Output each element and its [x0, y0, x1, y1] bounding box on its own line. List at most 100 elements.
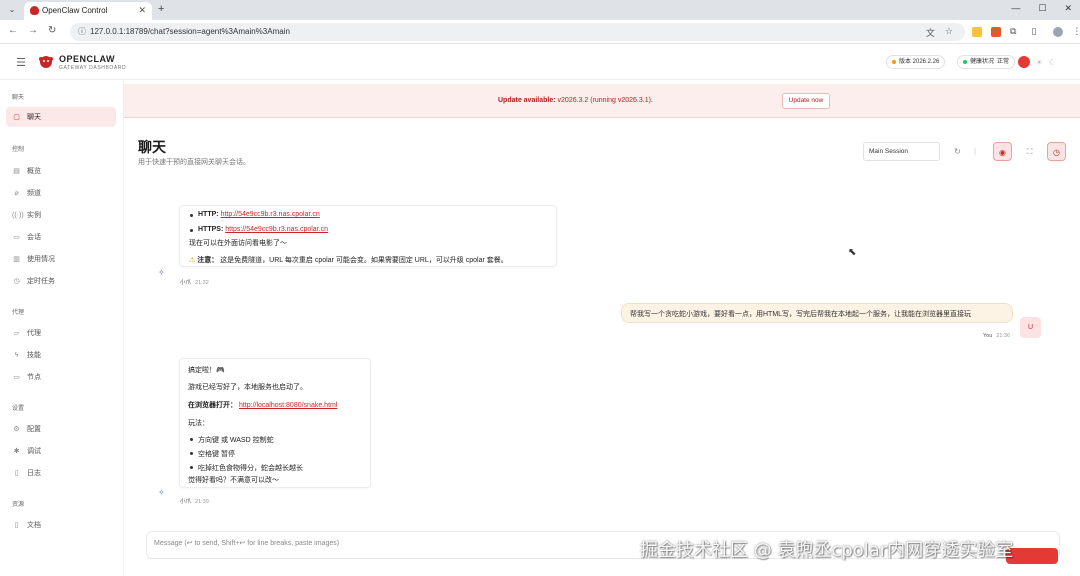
page-subtitle: 用于快速干预的直接网关聊天会话。	[138, 159, 250, 166]
brand-subtitle: GATEWAY DASHBOARD	[59, 65, 127, 71]
bars-icon: ▥	[13, 256, 20, 263]
health-badge: 健康状况 正常	[957, 55, 1016, 69]
version-badge: 版本 2026.2.26	[886, 55, 946, 69]
extensions-puzzle-icon[interactable]: ⧉	[1010, 26, 1016, 37]
sidebar-section-settings: 设置	[12, 406, 25, 412]
sidebar-item-overview[interactable]: ▤ 概览	[12, 166, 41, 176]
extension-orange-icon[interactable]	[991, 26, 1001, 37]
message-text: 现在可以在外面访问看电影了～	[189, 240, 287, 247]
message-text: 游戏已经写好了，本地服务也启动了。	[188, 384, 307, 391]
openclaw-logo-icon	[39, 56, 53, 68]
version-dot-icon	[892, 60, 896, 64]
focus-mode-button[interactable]: ⛶	[1020, 142, 1039, 161]
message-text: 玩法：	[188, 420, 209, 427]
sidebar-item-chat[interactable]: ▢ 聊天	[6, 107, 116, 127]
message-placeholder: Message (↩ to send, Shift+↩ for line bre…	[154, 540, 340, 547]
app-header: ☰ OPENCLAW GATEWAY DASHBOARD 版本 2026.2.2…	[0, 44, 1080, 80]
doc-icon: ▭	[13, 234, 20, 241]
message-text: 觉得好看吗？不满意可以改～	[188, 477, 279, 484]
mouse-cursor-icon: ⬉	[848, 247, 857, 258]
forward-icon[interactable]: →	[28, 25, 38, 36]
https-url-link[interactable]: https://54e9cc9b.r3.nas.cpolar.cn	[225, 226, 328, 233]
user-message: 帮我写一个贪吃蛇小游戏，要好看一点，用HTML写，写完后帮我在本地起一个服务，让…	[621, 303, 1013, 323]
profile-avatar-icon[interactable]	[1053, 26, 1064, 37]
gear-icon: ⚙	[13, 426, 20, 433]
minimize-icon[interactable]: —	[1011, 3, 1020, 14]
close-tab-icon[interactable]: ✕	[138, 5, 146, 16]
sidebar-item-channels[interactable]: ⌀ 频道	[12, 188, 41, 198]
user-avatar: U	[1020, 317, 1041, 338]
close-window-icon[interactable]: ✕	[1064, 3, 1072, 14]
sidebar-item-logs[interactable]: ▯ 日志	[12, 468, 41, 478]
sidepanel-icon[interactable]: ▯	[1031, 26, 1036, 37]
address-bar-row: ← → ↻ ⓘ 127.0.0.1:18789/chat?session=age…	[0, 20, 1080, 44]
sidebar-item-cron[interactable]: ◷ 定时任务	[12, 276, 55, 286]
warning-icon: ⚠	[189, 257, 196, 264]
sidebar-item-usage[interactable]: ▥ 使用情况	[12, 254, 55, 264]
menu-toggle-icon[interactable]: ☰	[16, 56, 26, 69]
http-url-link[interactable]: http://54e9cc9b.r3.nas.cpolar.cn	[221, 211, 320, 218]
browser-menu-icon[interactable]: ⋮	[1072, 26, 1080, 37]
sidebar-item-instances[interactable]: ((·)) 实例	[12, 210, 41, 220]
bullet-icon	[190, 229, 193, 232]
url-text: 127.0.0.1:18789/chat?session=agent%3Amai…	[90, 27, 290, 36]
file-icon: ▯	[14, 470, 19, 477]
update-now-button[interactable]: Update now	[782, 93, 830, 109]
send-button[interactable]	[1006, 548, 1058, 564]
localhost-link[interactable]: http://localhost:8080/snake.html	[239, 402, 337, 409]
link-icon: ⌀	[14, 190, 19, 197]
refresh-button[interactable]: ↻	[948, 142, 967, 161]
reload-icon[interactable]: ↻	[48, 25, 56, 36]
maximize-icon[interactable]: ☐	[1038, 3, 1046, 14]
message-meta: 小爪 21:32	[180, 280, 209, 286]
bot-avatar-icon: ✧	[158, 268, 165, 277]
new-tab-icon[interactable]: +	[158, 3, 164, 15]
open-link-line: 在浏览器打开： http://localhost:8080/snake.html	[188, 402, 338, 409]
health-dot-icon	[963, 60, 967, 64]
update-banner: Update available: v2026.3.2 (running v20…	[124, 84, 1080, 118]
sidebar-section-control: 控制	[12, 147, 25, 153]
message-meta: 小爪 21:39	[180, 499, 209, 505]
sidebar-item-docs[interactable]: ▯ 文档	[12, 520, 41, 530]
sidebar-section-resources: 资源	[12, 502, 25, 508]
sidebar-item-debug[interactable]: ✱ 调试	[12, 446, 41, 456]
page-title: 聊天	[138, 139, 166, 155]
note-line: ⚠ 注意： 这是免费隧道，URL 每次重启 cpolar 可能会变。如果需要固定…	[189, 257, 508, 264]
bot-avatar-icon: ✧	[158, 488, 165, 497]
header-actions: ☀ ☾	[1017, 56, 1056, 68]
bullet-icon	[190, 438, 193, 441]
url-input[interactable]: ⓘ 127.0.0.1:18789/chat?session=agent%3Am…	[70, 23, 965, 41]
sidebar-item-config[interactable]: ⚙ 配置	[12, 424, 41, 434]
sidebar-item-sessions[interactable]: ▭ 会话	[12, 232, 41, 242]
browser-tab[interactable]: OpenClaw Control ✕	[24, 2, 152, 20]
divider-icon: |	[973, 147, 977, 156]
back-icon[interactable]: ←	[8, 25, 18, 36]
history-button[interactable]: ◷	[1047, 142, 1066, 161]
sidebar-item-agents[interactable]: ▱ 代理	[12, 328, 41, 338]
theme-icon[interactable]: ☀	[1036, 58, 1043, 67]
window-controls: — ☐ ✕	[1011, 3, 1072, 14]
thinking-toggle-button[interactable]: ◉	[993, 142, 1012, 161]
https-line: HTTPS: https://54e9cc9b.r3.nas.cpolar.cn	[198, 226, 328, 233]
brand-title: OPENCLAW	[59, 54, 116, 64]
sidebar-section-agents: 代理	[12, 310, 25, 316]
session-select[interactable]: Main Session	[863, 142, 940, 161]
chart-icon: ▤	[13, 168, 20, 175]
tab-search-icon[interactable]: ⌄	[6, 4, 18, 16]
user-message-meta: You 21:36	[983, 333, 1011, 339]
watermark: 掘金技术社区 @ 袁煦丞cpolar内网穿透实验室	[640, 540, 1014, 561]
site-info-icon[interactable]: ⓘ	[78, 26, 86, 37]
browser-tabstrip: ⌄ OpenClaw Control ✕ + — ☐ ✕	[0, 0, 1080, 20]
bullet-icon	[190, 452, 193, 455]
extension-yellow-icon[interactable]	[972, 26, 982, 37]
bookmark-star-icon[interactable]: ☆	[945, 26, 953, 39]
translate-icon[interactable]: 文	[926, 26, 935, 39]
moon-icon[interactable]: ☾	[1049, 58, 1056, 67]
rule-item: 方向键 或 WASD 控制蛇	[198, 437, 274, 444]
sidebar-item-nodes[interactable]: ▭ 节点	[12, 372, 41, 382]
rule-item: 吃掉红色食物得分，蛇会越长越长	[198, 465, 303, 472]
notification-icon[interactable]	[1017, 56, 1030, 68]
extension-icons: ⧉ ▯ ⋮	[972, 26, 1080, 37]
http-line: HTTP: http://54e9cc9b.r3.nas.cpolar.cn	[198, 211, 320, 218]
sidebar-item-skills[interactable]: ϟ 技能	[12, 350, 41, 360]
